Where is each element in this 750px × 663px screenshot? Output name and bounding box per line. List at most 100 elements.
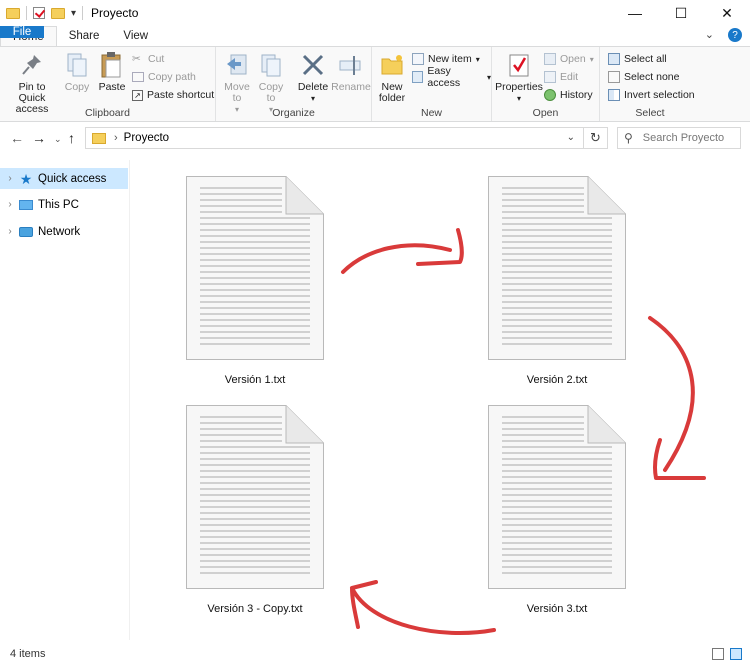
file-name: Versión 1.txt bbox=[224, 374, 286, 386]
search-icon: ⚲ bbox=[624, 131, 633, 145]
tab-view[interactable]: View bbox=[111, 26, 160, 46]
item-count: 4 items bbox=[10, 648, 46, 660]
title-bar: ▾ Proyecto — ☐ ✕ bbox=[0, 0, 750, 26]
help-icon[interactable]: ? bbox=[728, 28, 742, 42]
easy-access-label: Easy access bbox=[427, 65, 461, 89]
sidebar-item-network[interactable]: › Network bbox=[0, 221, 128, 242]
search-input[interactable]: ⚲ Search Proyecto bbox=[617, 127, 741, 149]
pin-quick-access-button[interactable]: Pin to Quick access bbox=[4, 51, 60, 115]
clipboard-group-label: Clipboard bbox=[85, 107, 130, 119]
copy-path-button[interactable]: Copy path bbox=[132, 69, 196, 85]
breadcrumb-proyecto[interactable]: Proyecto bbox=[124, 132, 169, 144]
select-group: Select all Select none Invert selection … bbox=[600, 47, 700, 121]
select-none-label: Select none bbox=[624, 71, 680, 83]
large-icons-view-icon[interactable] bbox=[730, 648, 742, 660]
new-group: New folder New item ▾ Easy access ▾ New bbox=[372, 47, 492, 121]
breadcrumb-chevron-icon[interactable]: › bbox=[114, 132, 118, 144]
edit-icon bbox=[544, 71, 556, 83]
rename-label: Rename bbox=[331, 81, 371, 93]
invert-selection-button[interactable]: Invert selection bbox=[608, 87, 695, 103]
maximize-icon[interactable]: ☐ bbox=[658, 0, 704, 26]
open-icon bbox=[544, 53, 556, 65]
paste-shortcut-label: Paste shortcut bbox=[147, 89, 215, 101]
rename-button[interactable]: Rename bbox=[331, 51, 371, 93]
copy-to-label: Copy to bbox=[258, 81, 284, 104]
expand-chevron-icon[interactable]: › bbox=[2, 173, 18, 184]
details-view-icon[interactable] bbox=[712, 648, 724, 660]
select-none-icon bbox=[608, 71, 620, 83]
tab-file[interactable]: File bbox=[0, 26, 44, 38]
clipboard-group: Pin to Quick access Copy Paste ✂ Cut Cop… bbox=[0, 47, 216, 121]
qat-separator bbox=[26, 6, 27, 20]
back-arrow-icon[interactable]: ← bbox=[10, 130, 24, 146]
select-none-button[interactable]: Select none bbox=[608, 69, 679, 85]
paste-shortcut-button[interactable]: ↗ Paste shortcut bbox=[132, 87, 214, 103]
navigation-pane: › ★ Quick access › This PC › Network bbox=[0, 160, 130, 640]
history-label: History bbox=[560, 89, 593, 101]
delete-dropdown-icon: ▾ bbox=[310, 94, 315, 103]
move-to-label: Move to bbox=[224, 81, 250, 104]
folder-icon bbox=[6, 7, 20, 19]
search-placeholder: Search Proyecto bbox=[642, 132, 725, 144]
select-all-button[interactable]: Select all bbox=[608, 51, 667, 67]
ribbon-tabs: File Home Share View ⌄ ? bbox=[0, 26, 750, 46]
delete-label: Delete bbox=[297, 81, 329, 93]
open-group-label: Open bbox=[532, 107, 559, 119]
sidebar-item-quick-access[interactable]: › ★ Quick access bbox=[0, 168, 128, 189]
arrow-2-to-3 bbox=[648, 316, 706, 480]
file-name: Versión 2.txt bbox=[526, 374, 588, 386]
history-button[interactable]: History bbox=[544, 87, 593, 103]
new-folder-icon[interactable] bbox=[51, 7, 65, 19]
pc-icon bbox=[18, 198, 34, 212]
close-icon[interactable]: ✕ bbox=[704, 0, 750, 26]
properties-check-icon[interactable] bbox=[33, 7, 45, 19]
select-all-label: Select all bbox=[624, 53, 667, 65]
customize-toolbar-icon[interactable]: ▾ bbox=[71, 8, 76, 19]
sidebar-item-this-pc[interactable]: › This PC bbox=[0, 194, 128, 215]
copy-path-icon bbox=[132, 72, 144, 82]
new-folder-label: New folder bbox=[378, 81, 406, 104]
up-arrow-icon[interactable]: ↑ bbox=[68, 130, 75, 146]
easy-access-button[interactable]: Easy access ▾ bbox=[412, 65, 491, 89]
text-file-icon bbox=[488, 405, 626, 589]
copy-button[interactable]: Copy bbox=[62, 51, 92, 93]
text-file-icon bbox=[186, 405, 324, 589]
open-button[interactable]: Open ▾ bbox=[544, 51, 594, 67]
copy-label: Copy bbox=[64, 81, 90, 93]
expand-chevron-icon[interactable]: › bbox=[2, 226, 18, 237]
forward-arrow-icon[interactable]: → bbox=[32, 130, 46, 146]
arrow-1-to-2 bbox=[341, 228, 464, 274]
copy-path-label: Copy path bbox=[148, 71, 196, 83]
copy-to-icon bbox=[258, 51, 284, 79]
new-folder-button[interactable]: New folder bbox=[376, 51, 408, 104]
collapse-ribbon-icon[interactable]: ⌄ bbox=[705, 28, 714, 42]
expand-chevron-icon[interactable]: › bbox=[2, 199, 18, 210]
address-bar[interactable]: › Proyecto ⌄ ↻ bbox=[85, 127, 608, 149]
select-all-icon bbox=[608, 53, 620, 65]
properties-label: Properties bbox=[495, 81, 543, 93]
easy-access-dropdown-icon: ▾ bbox=[486, 72, 491, 82]
address-dropdown-icon[interactable]: ⌄ bbox=[567, 132, 575, 143]
properties-button[interactable]: Properties ▾ bbox=[495, 51, 543, 104]
qat-separator bbox=[82, 6, 84, 20]
refresh-icon[interactable]: ↻ bbox=[583, 128, 607, 148]
select-group-label: Select bbox=[635, 107, 665, 119]
ribbon-right-controls: ⌄ ? bbox=[705, 28, 742, 42]
new-item-dropdown-icon: ▾ bbox=[475, 54, 480, 64]
star-icon: ★ bbox=[19, 170, 33, 187]
recent-locations-icon[interactable]: ⌄ bbox=[54, 134, 62, 145]
move-to-button[interactable]: Move to ▾ bbox=[222, 51, 252, 115]
new-item-label: New item bbox=[428, 53, 472, 65]
edit-button[interactable]: Edit bbox=[544, 69, 578, 85]
sidebar-item-label: Network bbox=[38, 225, 81, 238]
minimize-icon[interactable]: — bbox=[612, 0, 658, 26]
copy-to-button[interactable]: Copy to ▾ bbox=[256, 51, 286, 115]
move-to-icon bbox=[224, 51, 250, 79]
paste-button[interactable]: Paste bbox=[96, 51, 128, 93]
delete-button[interactable]: Delete ▾ bbox=[296, 51, 330, 104]
open-dropdown-icon: ▾ bbox=[589, 54, 594, 64]
cut-button[interactable]: ✂ Cut bbox=[132, 51, 164, 67]
invert-selection-icon bbox=[608, 89, 620, 101]
tab-share[interactable]: Share bbox=[57, 26, 112, 46]
shortcut-icon: ↗ bbox=[132, 89, 143, 101]
